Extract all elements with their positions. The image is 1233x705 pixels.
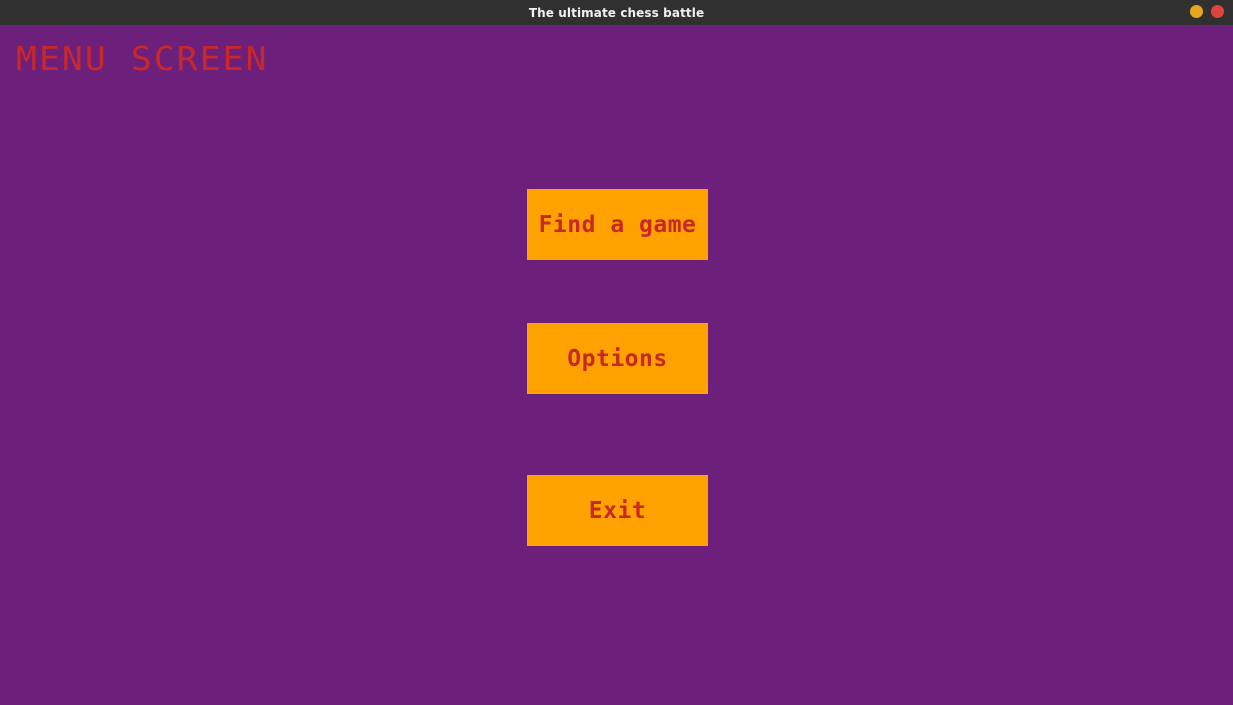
menu-screen: MENU SCREEN Find a game Options Exit — [0, 25, 1233, 705]
exit-button[interactable]: Exit — [527, 475, 708, 546]
app-window: The ultimate chess battle MENU SCREEN Fi… — [0, 0, 1233, 705]
window-title: The ultimate chess battle — [528, 5, 705, 20]
options-button[interactable]: Options — [527, 323, 708, 394]
title-bar[interactable]: The ultimate chess battle — [0, 0, 1233, 25]
minimize-icon[interactable] — [1190, 5, 1203, 18]
window-controls — [1190, 5, 1224, 18]
page-title: MENU SCREEN — [16, 39, 269, 78]
find-game-button[interactable]: Find a game — [527, 189, 708, 260]
close-icon[interactable] — [1211, 5, 1224, 18]
